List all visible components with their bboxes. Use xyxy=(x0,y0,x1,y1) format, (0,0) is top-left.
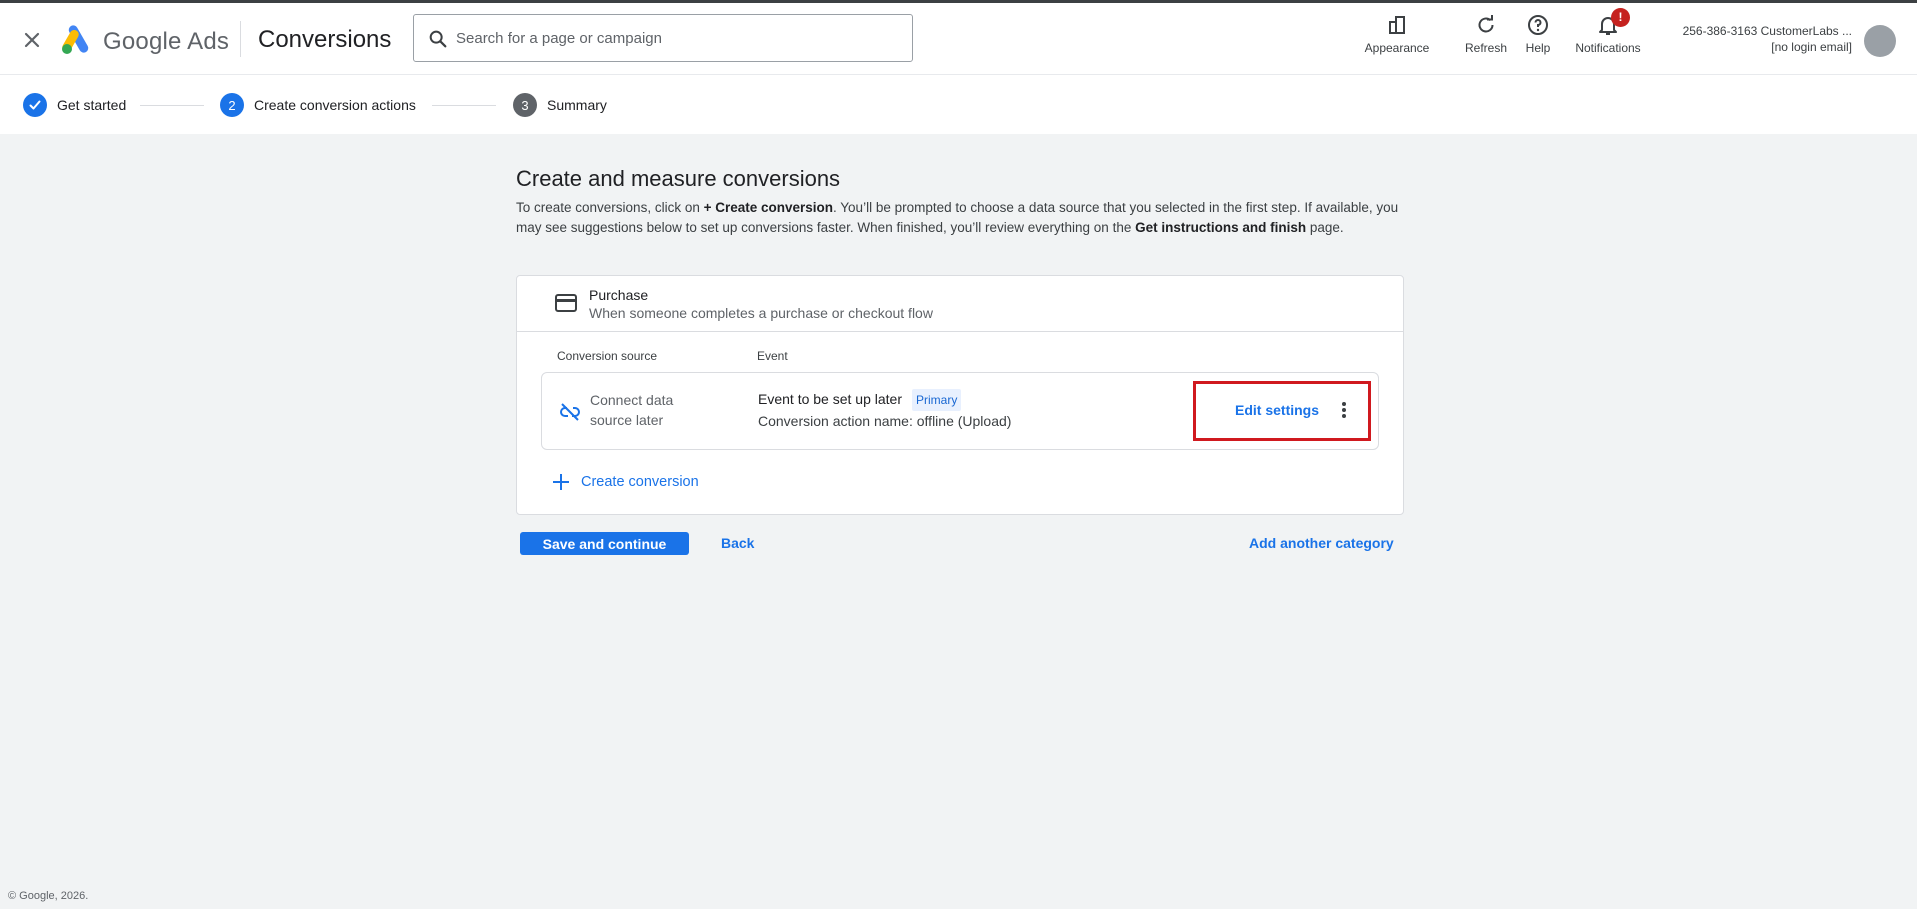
refresh-label: Refresh xyxy=(1464,41,1508,55)
link-off-icon xyxy=(558,400,582,424)
main-content: Create and measure conversions To create… xyxy=(516,164,1404,238)
notifications-button[interactable]: ! Notifications xyxy=(1566,8,1650,55)
desc-bold-create: + Create conversion xyxy=(703,200,834,215)
conversion-source: Connect data source later xyxy=(590,392,674,428)
step-summary[interactable]: 3 Summary xyxy=(513,93,607,117)
more-options-icon[interactable] xyxy=(1341,400,1347,422)
progress-stepper: Get started 2 Create conversion actions … xyxy=(0,74,1917,134)
account-info[interactable]: 256-386-3163 CustomerLabs ... [no login … xyxy=(1660,23,1852,55)
search-input[interactable] xyxy=(456,15,896,61)
desc-text: page. xyxy=(1306,220,1344,235)
step-label: Get started xyxy=(57,97,127,113)
search-icon xyxy=(427,28,449,50)
create-conversion-button[interactable]: Create conversion xyxy=(551,470,699,494)
desc-text: To create conversions, click on xyxy=(516,200,704,215)
copyright: © Google, 2026. xyxy=(8,890,89,902)
google-ads-logo xyxy=(60,23,94,55)
credit-card-icon xyxy=(555,294,577,312)
category-card-purchase: Purchase When someone completes a purcha… xyxy=(516,275,1404,515)
brand-name: Google Ads xyxy=(103,28,230,55)
primary-badge: Primary xyxy=(912,389,962,411)
conversion-row: Connect data source later Event to be se… xyxy=(541,372,1379,450)
help-icon xyxy=(1526,13,1550,37)
notification-badge: ! xyxy=(1611,8,1630,27)
avatar[interactable] xyxy=(1864,25,1896,57)
step-get-started[interactable]: Get started xyxy=(23,93,126,117)
search-box[interactable] xyxy=(413,14,913,62)
event-title: Event to be set up later xyxy=(758,391,902,407)
create-conversion-label: Create conversion xyxy=(581,474,699,490)
column-header-source: Conversion source xyxy=(557,349,658,363)
step-create-conversion-actions[interactable]: 2 Create conversion actions xyxy=(220,93,416,117)
section-description: To create conversions, click on + Create… xyxy=(516,198,1404,238)
category-header: Purchase When someone completes a purcha… xyxy=(517,276,1403,332)
refresh-icon xyxy=(1474,13,1498,37)
category-subtitle: When someone completes a purchase or che… xyxy=(589,305,933,321)
help-button[interactable]: Help xyxy=(1523,13,1553,55)
step-number: 3 xyxy=(513,93,537,117)
check-icon xyxy=(23,93,47,117)
back-button[interactable]: Back xyxy=(721,535,754,551)
account-email: [no login email] xyxy=(1771,40,1852,54)
header-divider xyxy=(240,21,241,57)
step-number: 2 xyxy=(220,93,244,117)
account-id-name: 256-386-3163 CustomerLabs ... xyxy=(1682,24,1852,38)
step-connector xyxy=(140,105,204,106)
save-and-continue-button[interactable]: Save and continue xyxy=(520,532,689,555)
refresh-button[interactable]: Refresh xyxy=(1456,13,1516,55)
notifications-label: Notifications xyxy=(1575,41,1641,55)
section-heading: Create and measure conversions xyxy=(516,166,841,191)
desc-bold-finish: Get instructions and finish xyxy=(1135,220,1307,235)
appearance-icon xyxy=(1385,13,1409,37)
category-title: Purchase xyxy=(589,287,649,303)
step-label: Create conversion actions xyxy=(254,97,416,113)
plus-icon xyxy=(551,472,571,492)
appearance-button[interactable]: Appearance xyxy=(1358,13,1436,55)
help-label: Help xyxy=(1525,41,1551,55)
add-another-category-button[interactable]: Add another category xyxy=(1249,535,1394,551)
step-connector xyxy=(432,105,496,106)
close-icon[interactable] xyxy=(20,28,44,52)
edit-settings-button[interactable]: Edit settings xyxy=(1235,402,1319,418)
app-header: Google Ads Conversions Appearance Refres… xyxy=(0,3,1917,74)
step-label: Summary xyxy=(547,97,607,113)
conversion-action-name: Conversion action name: offline (Upload) xyxy=(758,413,1012,429)
column-header-event: Event xyxy=(757,349,788,363)
page-title: Conversions xyxy=(258,26,392,53)
appearance-label: Appearance xyxy=(1364,41,1430,55)
